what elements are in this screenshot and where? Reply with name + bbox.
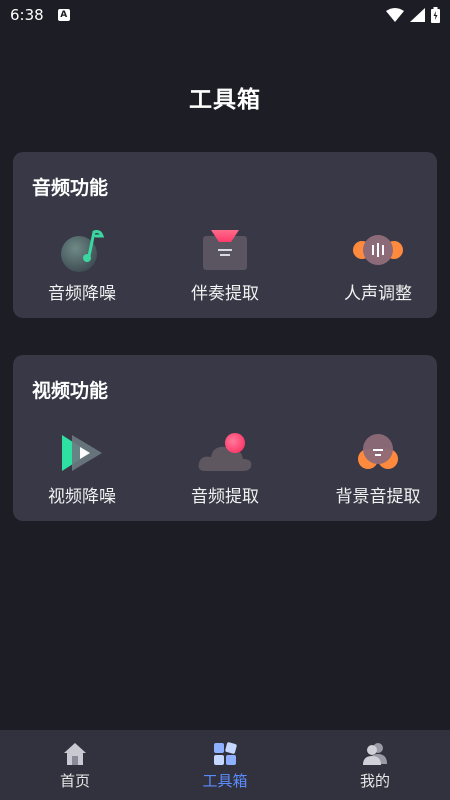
video-denoise-label: 视频降噪 [48,487,116,507]
video-functions-card: 视频功能 视频降噪 音频提取 背景音提取 [13,355,437,521]
status-right [386,7,440,23]
video-play-icon [54,429,110,477]
voice-adjust-label: 人声调整 [344,284,412,304]
nav-profile[interactable]: 我的 [300,730,450,800]
status-left: 6:38 A [10,6,70,24]
audio-extract-tool[interactable]: 音频提取 [160,429,290,509]
signal-icon [410,8,425,22]
music-note-icon [54,226,110,274]
cloud-icon [197,429,253,477]
audio-section-title: 音频功能 [32,177,109,199]
background-sound-extract-tool[interactable]: 背景音提取 [313,429,443,509]
status-time: 6:38 [10,6,44,24]
tray-extract-icon [197,226,253,274]
background-sound-extract-label: 背景音提取 [335,487,421,507]
page-title: 工具箱 [189,87,261,113]
voice-adjust-icon [350,226,406,274]
user-icon [363,743,387,765]
wifi-icon [386,8,404,22]
background-sound-icon [350,429,406,477]
bottom-nav: 首页 工具箱 我的 [0,730,450,800]
status-bar: 6:38 A [0,0,450,30]
a-badge-icon: A [57,9,70,21]
voice-adjust-tool[interactable]: 人声调整 [313,226,443,306]
video-denoise-tool[interactable]: 视频降噪 [17,429,147,509]
audio-denoise-tool[interactable]: 音频降噪 [17,226,147,306]
battery-icon [431,7,440,23]
toolbox-icon [214,742,237,765]
accompaniment-extract-label: 伴奏提取 [191,284,259,304]
nav-home[interactable]: 首页 [0,730,150,800]
audio-functions-card: 音频功能 音频降噪 伴奏提取 人声调整 [13,152,437,318]
nav-toolbox-label: 工具箱 [202,772,248,790]
nav-profile-label: 我的 [359,772,390,790]
audio-denoise-label: 音频降噪 [48,284,116,304]
accompaniment-extract-tool[interactable]: 伴奏提取 [160,226,290,306]
nav-toolbox[interactable]: 工具箱 [150,730,300,800]
video-section-title: 视频功能 [32,380,109,402]
audio-extract-label: 音频提取 [191,487,259,507]
home-icon [64,743,86,765]
nav-home-label: 首页 [59,772,90,790]
